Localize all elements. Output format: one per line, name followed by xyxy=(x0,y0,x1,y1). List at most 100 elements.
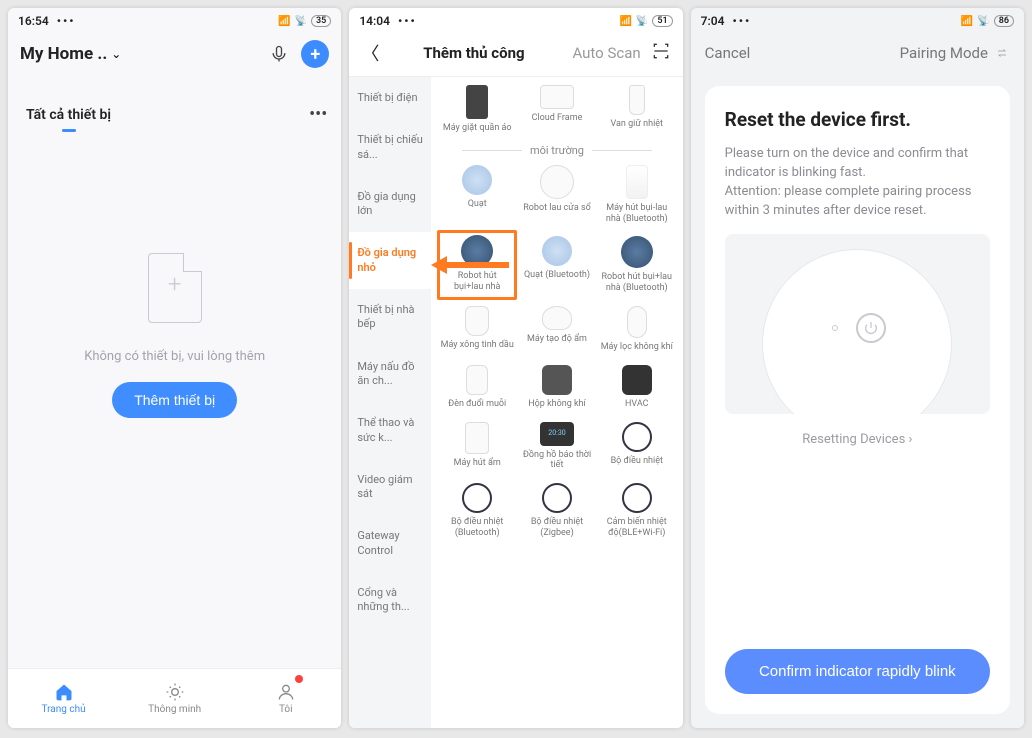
add-device-header: 〈 Thêm thủ công Auto Scan xyxy=(349,34,682,76)
screen-reset-device: 7:04 ••• 📶📡 86 Cancel Pairing Mode Reset… xyxy=(691,8,1024,728)
pairing-mode-button[interactable]: Pairing Mode xyxy=(900,44,1010,62)
category-item[interactable]: Đồ gia dụng nhỏ xyxy=(349,232,431,289)
device-grid[interactable]: Máy giặt quần áo Cloud Frame Van giữ nhiệt… xyxy=(431,77,682,728)
home-header: My Home .. ⌄ + xyxy=(8,34,341,78)
battery-icon: 35 xyxy=(311,15,331,27)
device-type-label: Đồng hồ báo thời tiết xyxy=(519,450,595,472)
nav-me[interactable]: Tôi xyxy=(230,669,341,728)
sun-icon xyxy=(165,682,185,702)
nav-me-label: Tôi xyxy=(279,704,293,715)
device-type-label: Máy hút ẩm xyxy=(454,458,501,469)
category-item[interactable]: Thể thao và sức k... xyxy=(349,402,431,459)
pairing-mode-label: Pairing Mode xyxy=(900,44,988,62)
device-type-label: Hộp không khí xyxy=(528,399,586,410)
more-icon: ••• xyxy=(398,14,417,28)
device-type-item[interactable]: 20:30Đồng hồ báo thời tiết xyxy=(517,416,597,478)
category-item[interactable]: Gateway Control xyxy=(349,515,431,572)
status-bar: 16:54 ••• 📶📡 35 xyxy=(8,8,341,34)
device-type-item[interactable]: Đèn đuổi muỗi xyxy=(437,359,517,416)
device-type-label: Cloud Frame xyxy=(532,113,583,124)
device-type-label: HVAC xyxy=(625,399,649,410)
back-button[interactable]: 〈 xyxy=(361,40,385,66)
device-tabs: Tất cả thiết bị ••• xyxy=(8,78,341,133)
device-type-item[interactable]: Cảm biến nhiệt độ(BLE+Wi-Fi) xyxy=(597,477,677,545)
device-type-label: Bộ điều nhiệt xyxy=(611,456,663,467)
category-item[interactable]: Thiết bị chiếu sá... xyxy=(349,119,431,176)
status-time: 14:04 xyxy=(359,14,390,28)
home-icon xyxy=(54,682,74,702)
category-item[interactable]: Đồ gia dụng lớn xyxy=(349,176,431,233)
arrow-annotation xyxy=(431,254,511,276)
device-type-item[interactable]: Robot hút bụi+lau nhà (Bluetooth) xyxy=(597,230,677,300)
tab-manual[interactable]: Thêm thủ công xyxy=(385,44,562,62)
reset-header: Cancel Pairing Mode xyxy=(691,34,1024,72)
device-type-item[interactable]: Quạt xyxy=(437,159,517,231)
status-time: 16:54 xyxy=(18,14,49,28)
battery-icon: 51 xyxy=(652,15,672,27)
chevron-down-icon[interactable]: ⌄ xyxy=(111,47,121,61)
device-type-label: Quạt (Bluetooth) xyxy=(524,270,590,281)
device-type-item[interactable]: Bộ điều nhiệt (Bluetooth) xyxy=(437,477,517,545)
tab-more-button[interactable]: ••• xyxy=(309,104,327,125)
device-type-item[interactable]: Bộ điều nhiệt (Zigbee) xyxy=(517,477,597,545)
mic-button[interactable] xyxy=(267,42,291,66)
nav-smart[interactable]: Thông minh xyxy=(119,669,230,728)
device-type-label: Quạt xyxy=(468,199,487,210)
add-device-body: Thiết bị điệnThiết bị chiếu sá...Đồ gia … xyxy=(349,76,682,728)
tab-all-devices[interactable]: Tất cả thiết bị xyxy=(26,107,111,123)
more-icon: ••• xyxy=(57,14,76,28)
device-type-item[interactable]: Hộp không khí xyxy=(517,359,597,416)
vacuum-power-icon xyxy=(856,313,886,343)
device-type-item[interactable]: Máy xông tinh dầu xyxy=(437,300,517,359)
device-type-item[interactable]: Máy lọc không khí xyxy=(597,300,677,359)
device-type-label: Máy lọc không khí xyxy=(601,342,673,353)
empty-text: Không có thiết bị, vui lòng thêm xyxy=(84,349,265,364)
category-sidebar[interactable]: Thiết bị điệnThiết bị chiếu sá...Đồ gia … xyxy=(349,77,431,728)
device-type-label: Van giữ nhiệt xyxy=(611,119,664,130)
status-time: 7:04 xyxy=(701,14,725,28)
chevron-right-icon: › xyxy=(909,432,913,447)
nav-home[interactable]: Trang chủ xyxy=(8,669,119,728)
scan-qr-button[interactable] xyxy=(651,41,671,65)
vacuum-led-icon xyxy=(832,325,838,331)
confirm-button[interactable]: Confirm indicator rapidly blink xyxy=(725,649,990,694)
resetting-devices-link[interactable]: Resetting Devices › xyxy=(725,432,990,447)
notification-badge xyxy=(295,675,303,683)
device-type-label: Robot lau cửa sổ xyxy=(523,203,591,214)
screen-add-device: 14:04 ••• 📶📡 51 〈 Thêm thủ công Auto Sca… xyxy=(349,8,682,728)
device-type-label: Bộ điều nhiệt (Bluetooth) xyxy=(439,517,515,539)
device-type-item[interactable]: Bộ điều nhiệt xyxy=(597,416,677,478)
device-type-label: Robot hút bụi+lau nhà (Bluetooth) xyxy=(599,272,675,294)
device-type-label: Máy tạo độ ẩm xyxy=(527,334,587,345)
device-type-item[interactable]: Máy giặt quần áo xyxy=(437,79,517,140)
home-dropdown[interactable]: My Home .. xyxy=(20,44,107,64)
cancel-button[interactable]: Cancel xyxy=(705,44,751,62)
resetting-label: Resetting Devices xyxy=(802,432,905,447)
reset-para1: Please turn on the device and confirm th… xyxy=(725,145,990,183)
category-item[interactable]: Máy nấu đồ ăn ch... xyxy=(349,346,431,403)
device-type-item[interactable]: Van giữ nhiệt xyxy=(597,79,677,140)
device-type-label: Cảm biến nhiệt độ(BLE+Wi-Fi) xyxy=(599,517,675,539)
device-type-item[interactable]: Máy hút bụi-lau nhà (Bluetooth) xyxy=(597,159,677,231)
device-type-item[interactable]: Cloud Frame xyxy=(517,79,597,140)
empty-file-icon xyxy=(148,253,202,323)
add-button[interactable]: + xyxy=(301,40,329,68)
device-type-item[interactable]: Quạt (Bluetooth) xyxy=(517,230,597,300)
category-item[interactable]: Thiết bị điện xyxy=(349,77,431,119)
category-item[interactable]: Video giám sát xyxy=(349,459,431,516)
device-type-item[interactable]: Robot lau cửa sổ xyxy=(517,159,597,231)
reset-heading: Reset the device first. xyxy=(725,108,990,131)
more-icon: ••• xyxy=(733,14,752,28)
device-type-item[interactable]: Máy tạo độ ẩm xyxy=(517,300,597,359)
tab-autoscan[interactable]: Auto Scan xyxy=(572,44,640,62)
status-signals: 📶📡 51 xyxy=(619,15,672,27)
reset-card: Reset the device first. Please turn on t… xyxy=(705,86,1010,714)
category-item[interactable]: Thiết bị nhà bếp xyxy=(349,289,431,346)
section-label-env: môi trường xyxy=(437,140,676,159)
device-type-item[interactable]: HVAC xyxy=(597,359,677,416)
status-signals: 📶📡 86 xyxy=(961,15,1014,27)
device-type-item[interactable]: Máy hút ẩm xyxy=(437,416,517,478)
category-item[interactable]: Cổng và những th... xyxy=(349,572,431,629)
device-type-label: Đèn đuổi muỗi xyxy=(448,399,506,410)
add-device-button[interactable]: Thêm thiết bị xyxy=(112,382,237,418)
